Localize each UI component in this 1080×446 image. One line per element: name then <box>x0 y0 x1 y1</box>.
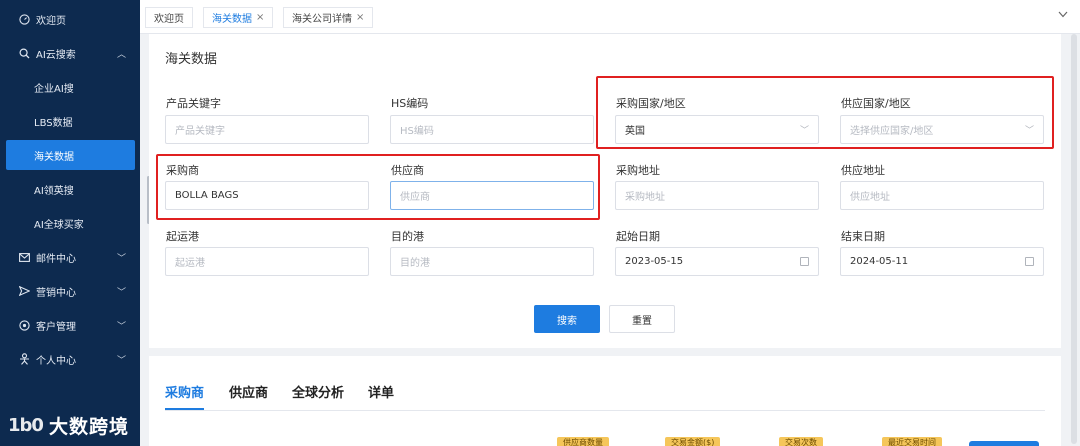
dest-port-label: 目的港 <box>391 230 424 243</box>
sidebar: 欢迎页 AI云搜索 ︿ 企业AI搜 LBS数据 海关数据 AI领英搜 AI全球买… <box>0 0 140 446</box>
chevron-down-icon: ﹀ <box>116 321 126 332</box>
start-date-value: 2023-05-15 <box>625 256 684 267</box>
sidebar-item-ai-global-buyers[interactable]: AI全球买家 <box>0 208 140 238</box>
start-date-label: 起始日期 <box>616 230 660 243</box>
sidebar-item-personal[interactable]: 个人中心 ﹀ <box>0 344 140 374</box>
origin-port-input[interactable]: 起运港 <box>165 247 369 276</box>
calendar-icon <box>800 257 809 266</box>
dashboard-icon <box>18 13 30 25</box>
sidebar-item-ai-search[interactable]: AI云搜索 ︿ <box>0 38 140 68</box>
tab-label: 海关数据 <box>212 14 252 25</box>
chevron-down-icon: ﹀ <box>116 355 126 366</box>
buyer-address-input[interactable]: 采购地址 <box>615 181 819 210</box>
brand-mark: 1b0 <box>8 415 44 436</box>
brand-name: 大数跨境 <box>48 416 129 438</box>
tab-company-detail[interactable]: 海关公司详情 × <box>283 7 374 28</box>
end-date-value: 2024-05-11 <box>850 256 909 267</box>
sidebar-item-label: 海关数据 <box>34 151 74 163</box>
buyer-country-select[interactable]: 英国 ﹀ <box>615 115 819 144</box>
chevron-down-icon: ﹀ <box>799 126 809 136</box>
supplier-country-label: 供应国家/地区 <box>841 97 911 110</box>
brand-logo: 1b0 大数跨境 <box>8 412 129 439</box>
tabs-divider <box>165 410 1045 411</box>
product-keyword-label: 产品关键字 <box>166 97 221 110</box>
search-icon <box>18 47 30 59</box>
sidebar-item-customs-data[interactable]: 海关数据 <box>6 140 135 170</box>
sidebar-item-label: 个人中心 <box>36 355 76 367</box>
sidebar-item-label: 企业AI搜 <box>34 83 74 95</box>
chevron-down-icon: ﹀ <box>116 287 126 298</box>
scrollbar-thumb[interactable] <box>1071 34 1077 444</box>
trade-amount-chip: 交易金额($) <box>665 437 721 446</box>
tab-customs-data[interactable]: 海关数据 × <box>203 7 274 28</box>
search-button[interactable]: 搜索 <box>534 305 600 333</box>
supplier-label: 供应商 <box>391 164 424 177</box>
chevron-down-icon: ﹀ <box>1024 126 1034 136</box>
sidebar-item-mail[interactable]: 邮件中心 ﹀ <box>0 242 140 272</box>
buyer-country-value: 英国 <box>625 126 645 137</box>
calendar-icon <box>1025 257 1034 266</box>
buyer-address-label: 采购地址 <box>616 164 660 177</box>
tab-details[interactable]: 详单 <box>368 382 394 401</box>
results-action-button[interactable] <box>969 441 1039 446</box>
tab-buyers[interactable]: 采购商 <box>165 382 204 401</box>
sidebar-item-label: AI全球买家 <box>34 219 84 231</box>
person-icon <box>18 353 30 365</box>
sidebar-item-label: 客户管理 <box>36 321 76 333</box>
tab-label: 欢迎页 <box>154 14 184 25</box>
origin-port-label: 起运港 <box>166 230 199 243</box>
close-icon[interactable]: × <box>256 12 264 23</box>
sidebar-item-label: 欢迎页 <box>36 15 66 27</box>
buyer-input[interactable]: BOLLA BAGS <box>165 181 369 210</box>
last-trade-time-chip: 最近交易时间 <box>882 437 942 446</box>
sidebar-item-label: 营销中心 <box>36 287 76 299</box>
supplier-address-label: 供应地址 <box>841 164 885 177</box>
chevron-down-icon[interactable] <box>1058 8 1068 21</box>
supplier-input[interactable]: 供应商 <box>390 181 594 210</box>
settings-icon <box>18 319 30 331</box>
tab-welcome[interactable]: 欢迎页 <box>145 7 193 28</box>
sidebar-item-ai-linkedin[interactable]: AI领英搜 <box>0 174 140 204</box>
buyer-country-label: 采购国家/地区 <box>616 97 686 110</box>
sidebar-item-label: AI领英搜 <box>34 185 74 197</box>
sidebar-item-label: LBS数据 <box>34 117 73 129</box>
supplier-count-chip: 供应商数量 <box>557 437 609 446</box>
sidebar-item-welcome[interactable]: 欢迎页 <box>0 4 140 34</box>
product-keyword-input[interactable]: 产品关键字 <box>165 115 369 144</box>
hs-code-input[interactable]: HS编码 <box>390 115 594 144</box>
reset-button[interactable]: 重置 <box>609 305 675 333</box>
buyer-label: 采购商 <box>166 164 199 177</box>
page-scrollbar[interactable] <box>1068 34 1080 446</box>
tab-label: 海关公司详情 <box>292 14 352 25</box>
send-icon <box>18 285 30 297</box>
supplier-address-input[interactable]: 供应地址 <box>840 181 1044 210</box>
mail-icon <box>18 251 30 263</box>
search-panel: 海关数据 产品关键字 产品关键字 HS编码 HS编码 采购国家/地区 英国 ﹀ … <box>149 34 1061 348</box>
tab-global-analysis[interactable]: 全球分析 <box>292 382 344 401</box>
results-panel: 采购商 供应商 全球分析 详单 供应商数量 交易金额($) 交易次数 最近交易时… <box>149 356 1061 446</box>
tab-bar: 欢迎页 海关数据 × 海关公司详情 × <box>140 0 1080 34</box>
page-title: 海关数据 <box>165 52 218 67</box>
tab-suppliers[interactable]: 供应商 <box>229 382 268 401</box>
supplier-country-select[interactable]: 选择供应国家/地区 ﹀ <box>840 115 1044 144</box>
sidebar-item-customers[interactable]: 客户管理 ﹀ <box>0 310 140 340</box>
chevron-down-icon: ﹀ <box>116 253 126 264</box>
chevron-up-icon: ︿ <box>116 49 126 60</box>
supplier-country-placeholder: 选择供应国家/地区 <box>850 126 934 137</box>
sidebar-item-marketing[interactable]: 营销中心 ﹀ <box>0 276 140 306</box>
dest-port-input[interactable]: 目的港 <box>390 247 594 276</box>
sidebar-item-label: AI云搜索 <box>36 49 76 61</box>
sidebar-item-enterprise-ai[interactable]: 企业AI搜 <box>0 72 140 102</box>
trade-count-chip: 交易次数 <box>779 437 823 446</box>
close-icon[interactable]: × <box>356 12 364 23</box>
sidebar-item-lbs[interactable]: LBS数据 <box>0 106 140 136</box>
hs-code-label: HS编码 <box>391 97 429 110</box>
end-date-label: 结束日期 <box>841 230 885 243</box>
end-date-picker[interactable]: 2024-05-11 <box>840 247 1044 276</box>
sidebar-item-label: 邮件中心 <box>36 253 76 265</box>
start-date-picker[interactable]: 2023-05-15 <box>615 247 819 276</box>
